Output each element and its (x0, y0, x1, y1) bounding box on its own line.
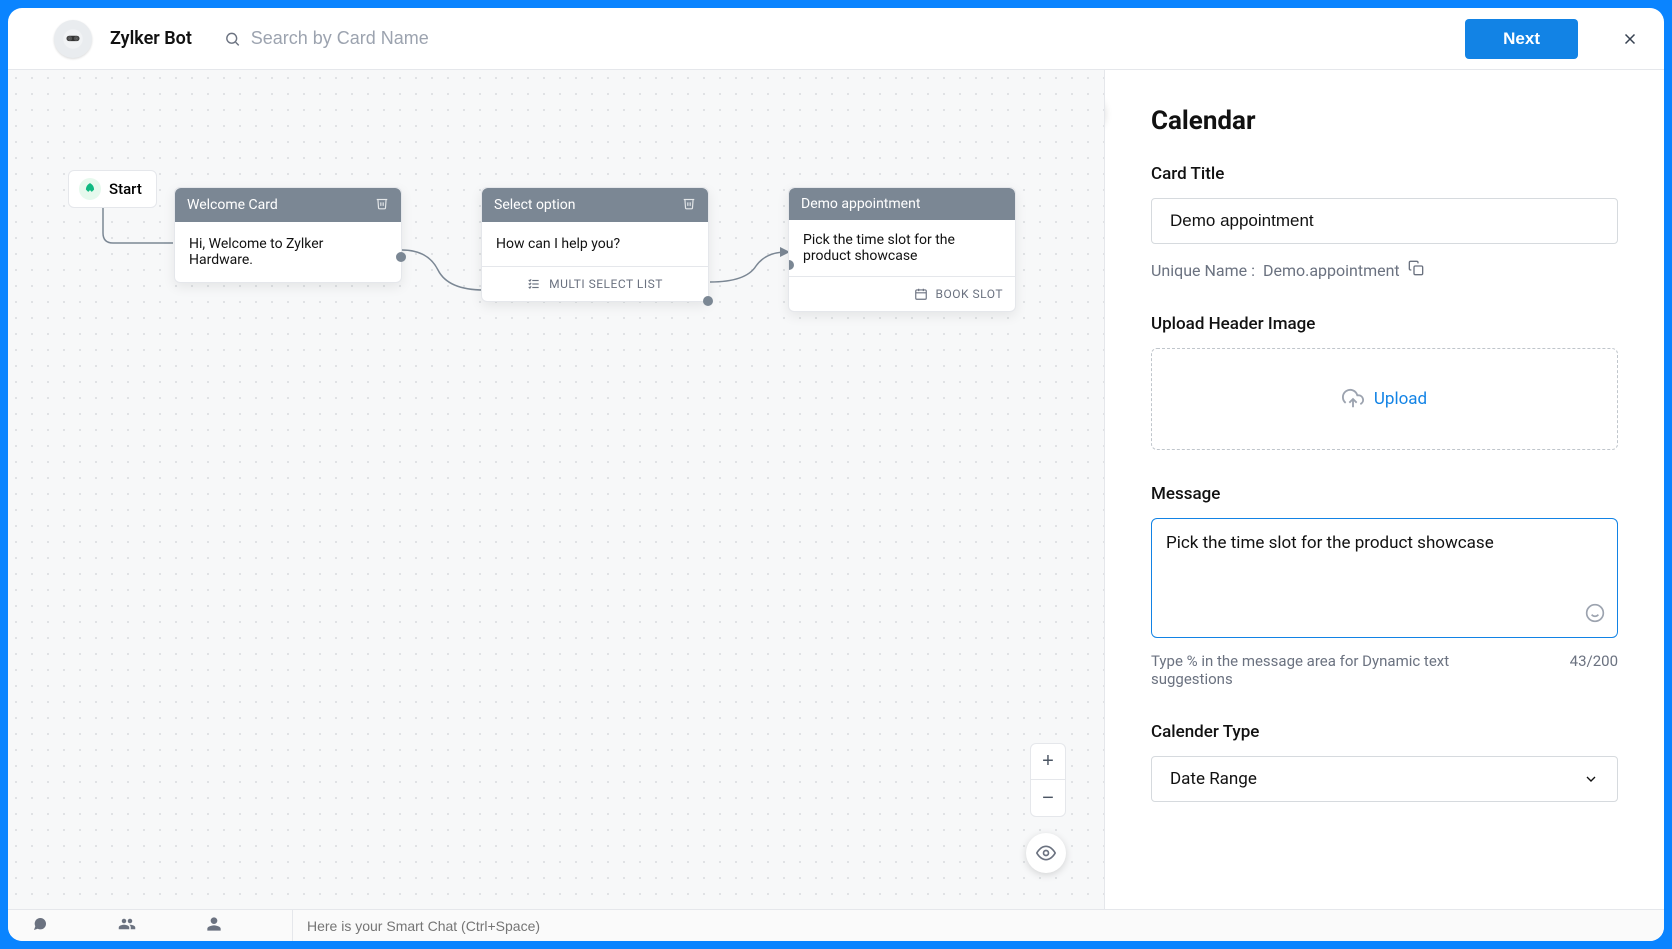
close-button[interactable] (1616, 25, 1644, 53)
search-input[interactable] (251, 28, 644, 49)
chat-icon[interactable] (32, 916, 48, 936)
rocket-icon (79, 178, 101, 200)
emoji-button[interactable] (1585, 603, 1605, 627)
upload-dropzone[interactable]: Upload (1151, 348, 1618, 450)
next-button[interactable]: Next (1465, 19, 1578, 59)
bot-name: Zylker Bot (110, 28, 192, 49)
calendar-type-select[interactable]: Date Range (1151, 756, 1618, 802)
card-body: How can I help you? (482, 222, 708, 266)
bot-avatar (54, 20, 92, 58)
copy-icon (1408, 260, 1424, 276)
panel-close-button[interactable] (1104, 94, 1105, 130)
card-select-option[interactable]: Select option How can I help you? MULTI … (481, 187, 709, 302)
group-icon[interactable] (118, 915, 136, 937)
message-hint: Type % in the message area for Dynamic t… (1151, 652, 1481, 688)
panel-heading: Calendar (1151, 106, 1618, 136)
trash-icon (375, 196, 389, 210)
copy-button[interactable] (1408, 260, 1424, 280)
output-port[interactable] (703, 296, 713, 306)
search-wrap[interactable] (224, 28, 644, 49)
list-icon (527, 277, 541, 291)
char-count: 43/200 (1570, 652, 1618, 688)
output-port[interactable] (396, 252, 406, 262)
zoom-out-button[interactable]: − (1031, 780, 1065, 816)
upload-label: Upload (1374, 389, 1427, 409)
unique-name: Unique Name : Demo.appointment (1151, 260, 1618, 280)
zoom-controls: + − (1030, 743, 1066, 817)
card-demo-appointment[interactable]: Demo appointment Pick the time slot for … (788, 187, 1016, 312)
user-icon[interactable] (206, 916, 222, 936)
properties-panel: Calendar Card Title Unique Name : Demo.a… (1104, 70, 1664, 909)
delete-card-button[interactable] (375, 196, 389, 214)
flow-canvas[interactable]: Start Welcome Card Hi, Welcome to Zylker… (8, 70, 1104, 909)
topbar: Zylker Bot Next (8, 8, 1664, 70)
calendar-type-label: Calender Type (1151, 722, 1618, 742)
message-input[interactable] (1166, 533, 1603, 593)
card-title: Select option (494, 197, 576, 213)
search-icon (224, 30, 241, 48)
preview-button[interactable] (1026, 833, 1066, 873)
zoom-in-button[interactable]: + (1031, 744, 1065, 780)
eye-icon (1036, 843, 1056, 863)
start-label: Start (109, 180, 142, 198)
card-action: MULTI SELECT LIST (482, 266, 708, 301)
delete-card-button[interactable] (682, 196, 696, 214)
close-icon (1621, 30, 1639, 48)
bottom-bar (8, 909, 1664, 941)
calendar-icon (914, 287, 928, 301)
upload-header-label: Upload Header Image (1151, 314, 1618, 334)
message-box (1151, 518, 1618, 638)
smart-chat-input[interactable] (307, 918, 1664, 934)
card-title-input[interactable] (1151, 198, 1618, 244)
card-title-label: Card Title (1151, 164, 1618, 184)
chevron-down-icon (1583, 771, 1599, 787)
card-title: Welcome Card (187, 197, 278, 213)
start-node[interactable]: Start (68, 170, 157, 208)
smile-icon (1585, 603, 1605, 623)
card-body: Pick the time slot for the product showc… (789, 220, 1015, 276)
card-action: BOOK SLOT (789, 276, 1015, 311)
cloud-upload-icon (1342, 388, 1364, 410)
card-body: Hi, Welcome to Zylker Hardware. (175, 222, 401, 282)
message-label: Message (1151, 484, 1618, 504)
card-welcome[interactable]: Welcome Card Hi, Welcome to Zylker Hardw… (174, 187, 402, 283)
trash-icon (682, 196, 696, 210)
card-title: Demo appointment (801, 196, 920, 212)
